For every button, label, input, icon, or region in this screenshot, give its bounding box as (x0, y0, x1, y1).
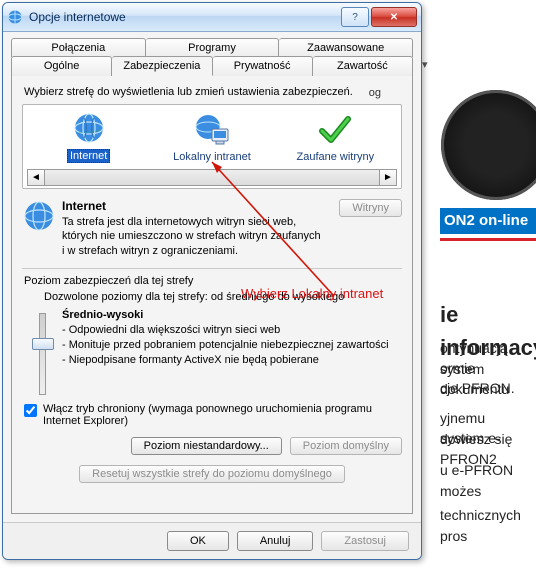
security-level-name: Średnio-wysoki (62, 309, 402, 321)
tab-privacy[interactable]: Prywatność (213, 56, 313, 76)
tab-programs[interactable]: Programy (146, 38, 280, 57)
current-zone-section: Internet Ta strefa jest dla internetowyc… (22, 199, 402, 258)
zone-internet-label: Internet (67, 149, 110, 163)
security-bullet-1: - Odpowiedni dla większości witryn sieci… (62, 323, 402, 338)
security-level-section: Poziom zabezpieczeń dla tej strefy Dozwo… (22, 275, 402, 485)
protected-mode-checkbox[interactable] (24, 404, 37, 417)
custom-level-button[interactable]: Poziom niestandardowy... (131, 437, 282, 455)
cancel-button[interactable]: Anuluj (237, 531, 314, 551)
zone-overflow-hint: og (369, 87, 381, 168)
tab-advanced[interactable]: Zaawansowane (279, 38, 413, 57)
sites-button[interactable]: Witryny (339, 199, 402, 217)
bg-text-3: cje PFRON. (440, 378, 532, 399)
reset-all-zones-button[interactable]: Resetuj wszystkie strefy do poziomu domy… (79, 465, 345, 483)
tab-connections[interactable]: Połączenia (11, 38, 146, 57)
ok-button[interactable]: OK (167, 531, 229, 551)
scroll-right-button[interactable]: ► (379, 169, 397, 186)
zone-trusted-sites-label: Zaufane witryny (296, 151, 374, 163)
scroll-left-button[interactable]: ◄ (27, 169, 45, 186)
apply-button[interactable]: Zastosuj (321, 531, 409, 551)
protected-mode-label: Włącz tryb chroniony (wymaga ponownego u… (43, 403, 402, 427)
zone-internet[interactable]: Internet (39, 111, 139, 163)
security-slider[interactable] (22, 309, 62, 395)
current-zone-name: Internet (62, 199, 106, 213)
tab-security[interactable]: Zabezpieczenia (112, 56, 212, 76)
allowed-levels-text: Dozwolone poziomy dla tej strefy: od śre… (44, 291, 402, 303)
globe-icon (22, 199, 56, 258)
current-zone-desc: Ta strefa jest dla internetowych witryn … (62, 215, 322, 258)
intro-text: Wybierz strefę do wyświetlenia lub zmień… (24, 86, 402, 98)
zone-local-intranet[interactable]: Lokalny intranet (162, 113, 262, 163)
globe-icon (72, 111, 106, 145)
internet-options-icon (7, 9, 23, 25)
protected-mode-row[interactable]: Włącz tryb chroniony (wymaga ponownego u… (24, 403, 402, 427)
clock-graphic (441, 90, 536, 200)
security-level-heading: Poziom zabezpieczeń dla tej strefy (24, 275, 402, 287)
security-bullet-3: - Niepodpisane formanty ActiveX nie będą… (62, 353, 402, 368)
internet-options-dialog: Opcje internetowe ? ✕ Połączenia Program… (2, 2, 422, 560)
zone-local-intranet-label: Lokalny intranet (173, 151, 251, 163)
scroll-track[interactable] (45, 169, 379, 186)
chevron-down-icon[interactable]: ▾ (422, 58, 428, 71)
security-bullet-2: - Monituje przed pobraniem potencjalnie … (62, 338, 402, 353)
bg-text-7: technicznych pros (440, 505, 532, 547)
window-title: Opcje internetowe (29, 10, 339, 24)
titlebar[interactable]: Opcje internetowe ? ✕ (3, 3, 421, 32)
slider-thumb[interactable] (32, 338, 54, 350)
globe-monitor-icon (194, 113, 230, 147)
tabs: Połączenia Programy Zaawansowane Ogólne … (3, 32, 421, 76)
default-level-button[interactable]: Poziom domyślny (290, 437, 402, 455)
zones-scrollbar[interactable]: ◄ ► (27, 169, 397, 186)
divider (22, 268, 402, 269)
help-button[interactable]: ? (341, 7, 369, 27)
tab-content[interactable]: Zawartość (313, 56, 413, 76)
tab-general[interactable]: Ogólne (11, 56, 112, 76)
close-button[interactable]: ✕ (371, 7, 417, 27)
zones-list: Internet Lokalny intranet Zaufane witryn… (22, 104, 402, 189)
red-divider (440, 238, 536, 241)
menu-bar: ON2 on-line (440, 208, 536, 234)
dialog-footer: OK Anuluj Zastosuj (3, 522, 421, 559)
checkmark-icon (318, 113, 352, 147)
bg-text-6: u e-PFRON możes (440, 460, 532, 502)
security-panel: Wybierz strefę do wyświetlenia lub zmień… (11, 76, 413, 514)
